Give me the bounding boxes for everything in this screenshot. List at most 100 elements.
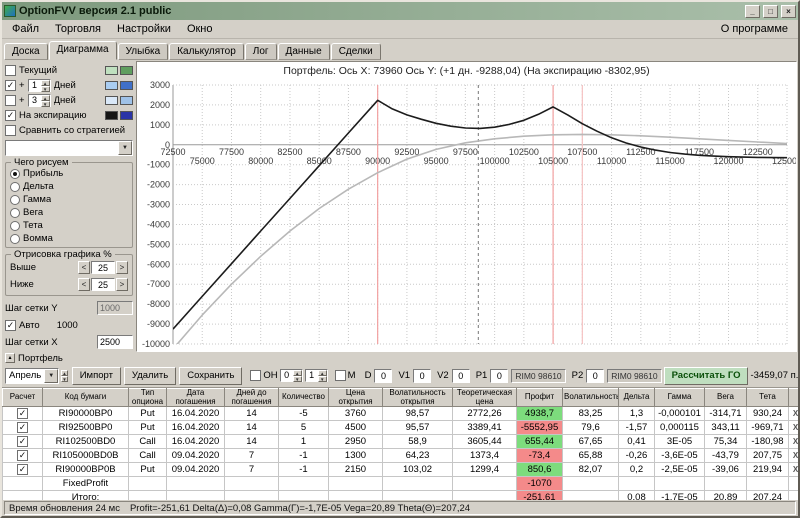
color-swatch[interactable] [120, 111, 133, 120]
row-checkbox[interactable]: ✓ [17, 450, 28, 461]
param-input[interactable]: 0 [413, 368, 432, 383]
menu-Окно[interactable]: Окно [179, 22, 221, 36]
param-input[interactable]: 0 [451, 368, 470, 383]
decrease-button[interactable]: < [78, 261, 90, 274]
delete-button[interactable]: Удалить [123, 366, 177, 385]
column-header[interactable]: Цена открытия [328, 388, 383, 407]
tab-Данные[interactable]: Данные [277, 43, 330, 60]
radio-icon[interactable] [10, 194, 20, 205]
color-swatch[interactable] [105, 111, 118, 120]
draw-option-Дельта[interactable]: Дельта [10, 180, 128, 193]
radio-icon[interactable] [10, 233, 20, 244]
spinner-down-icon[interactable]: ▼ [317, 376, 327, 382]
close-button[interactable]: × [781, 4, 796, 18]
column-header[interactable]: Дата погашения [166, 388, 225, 407]
minimize-button[interactable]: _ [745, 4, 760, 18]
decrease-button[interactable]: < [78, 278, 90, 291]
column-header[interactable]: Теоретическая цена [452, 388, 517, 407]
increase-button[interactable]: > [116, 278, 128, 291]
menu-Файл[interactable]: Файл [4, 22, 47, 36]
toggle-checkbox[interactable] [5, 95, 16, 106]
radio-icon[interactable] [10, 168, 20, 179]
days-spinner[interactable]: 1 ▲ ▼ [27, 79, 51, 92]
toggle-checkbox[interactable]: ✓ [5, 110, 16, 121]
column-header[interactable]: Дельта [618, 388, 655, 407]
color-swatch[interactable] [105, 96, 118, 105]
column-header[interactable]: Расчет [2, 388, 43, 407]
color-swatch[interactable] [105, 66, 118, 75]
draw-option-Тета[interactable]: Тета [10, 219, 128, 232]
radio-icon[interactable] [10, 181, 20, 192]
draw-option-Вега[interactable]: Вега [10, 206, 128, 219]
render-stepper[interactable]: <25 > [78, 261, 128, 274]
column-header[interactable]: Дней до погашения [224, 388, 279, 407]
increase-button[interactable]: > [116, 261, 128, 274]
chevron-down-icon[interactable]: ▼ [118, 141, 132, 155]
column-header[interactable]: Волатильность [562, 388, 619, 407]
import-button[interactable]: Импорт [71, 366, 121, 385]
color-swatch[interactable] [120, 66, 133, 75]
spinner-down-icon[interactable]: ▼ [61, 375, 68, 382]
spinner-down-icon[interactable]: ▼ [40, 101, 50, 107]
color-swatch[interactable] [120, 96, 133, 105]
tab-Доска[interactable]: Доска [4, 43, 48, 60]
tab-Диаграмма[interactable]: Диаграмма [48, 41, 117, 60]
row-checkbox[interactable]: ✓ [17, 422, 28, 433]
column-header[interactable]: Тип опциона [128, 388, 167, 407]
auto-checkbox[interactable]: ✓ [5, 319, 16, 331]
column-header[interactable]: Гамма [654, 388, 705, 407]
radio-icon[interactable] [10, 220, 20, 231]
toggle-checkbox[interactable] [5, 65, 16, 76]
toggle-checkbox[interactable]: ✓ [5, 80, 16, 91]
column-header[interactable]: Волатильность открытия [382, 388, 453, 407]
delete-row-button[interactable]: X [788, 434, 798, 449]
row-checkbox[interactable]: ✓ [17, 408, 28, 419]
menu-Торговля[interactable]: Торговля [47, 22, 109, 36]
month-spinner[interactable]: ▲ ▼ [61, 369, 68, 382]
tab-Сделки[interactable]: Сделки [330, 43, 381, 60]
delete-row-button[interactable]: X [788, 406, 798, 421]
toggle-checkbox[interactable] [5, 125, 16, 136]
draw-option-Прибыль[interactable]: Прибыль [10, 167, 128, 180]
menu-about[interactable]: О программе [713, 22, 796, 36]
collapse-portfolio-icon[interactable]: ▴ [5, 353, 15, 363]
row-checkbox[interactable]: ✓ [17, 464, 28, 475]
oh-checkbox[interactable] [250, 370, 262, 381]
spinner-down-icon[interactable]: ▼ [292, 376, 302, 382]
column-header[interactable] [788, 388, 798, 407]
chevron-down-icon[interactable]: ▼ [44, 368, 59, 383]
column-header[interactable]: Профит [516, 388, 563, 407]
param-input[interactable]: 0 [586, 368, 605, 383]
delete-row-button[interactable]: X [788, 462, 798, 477]
oh-spinner[interactable]: 1 ▲ ▼ [304, 369, 328, 382]
maximize-button[interactable]: □ [763, 4, 778, 18]
draw-option-Вомма[interactable]: Вомма [10, 232, 128, 245]
payoff-chart[interactable]: -10000 -9000 -8000 -7000 -6000 -5000 -4000 -300… [137, 79, 797, 350]
row-checkbox[interactable]: ✓ [17, 436, 28, 447]
render-stepper[interactable]: <25 > [78, 278, 128, 291]
column-header[interactable]: Тета [746, 388, 789, 407]
tab-Лог[interactable]: Лог [244, 43, 277, 60]
month-combo[interactable]: Апрель ▼ [5, 367, 60, 384]
title-bar[interactable]: OptionFVV версия 2.1 public _ □ × [2, 2, 798, 20]
days-spinner[interactable]: 3 ▲ ▼ [27, 94, 51, 107]
menu-Настройки[interactable]: Настройки [109, 22, 179, 36]
oh-spinner[interactable]: 0 ▲ ▼ [279, 369, 303, 382]
tab-Калькулятор[interactable]: Калькулятор [169, 43, 244, 60]
spinner-down-icon[interactable]: ▼ [40, 86, 50, 92]
radio-icon[interactable] [10, 207, 20, 218]
param-input[interactable]: 0 [374, 368, 393, 383]
column-header[interactable]: Количество [278, 388, 329, 407]
param-input[interactable]: 0 [490, 368, 509, 383]
column-header[interactable]: Вега [704, 388, 747, 407]
tab-Улыбка[interactable]: Улыбка [117, 43, 169, 60]
save-button[interactable]: Сохранить [179, 366, 243, 385]
calc-go-button[interactable]: Рассчитать ГО [663, 366, 749, 385]
delete-row-button[interactable]: X [788, 420, 798, 435]
color-swatch[interactable] [120, 81, 133, 90]
draw-option-Гамма[interactable]: Гамма [10, 193, 128, 206]
strategy-combo[interactable]: ▼ [5, 140, 133, 156]
m-checkbox[interactable] [334, 370, 346, 381]
delete-row-button[interactable]: X [788, 448, 798, 463]
grid-x-input[interactable]: 2500 [97, 335, 133, 349]
